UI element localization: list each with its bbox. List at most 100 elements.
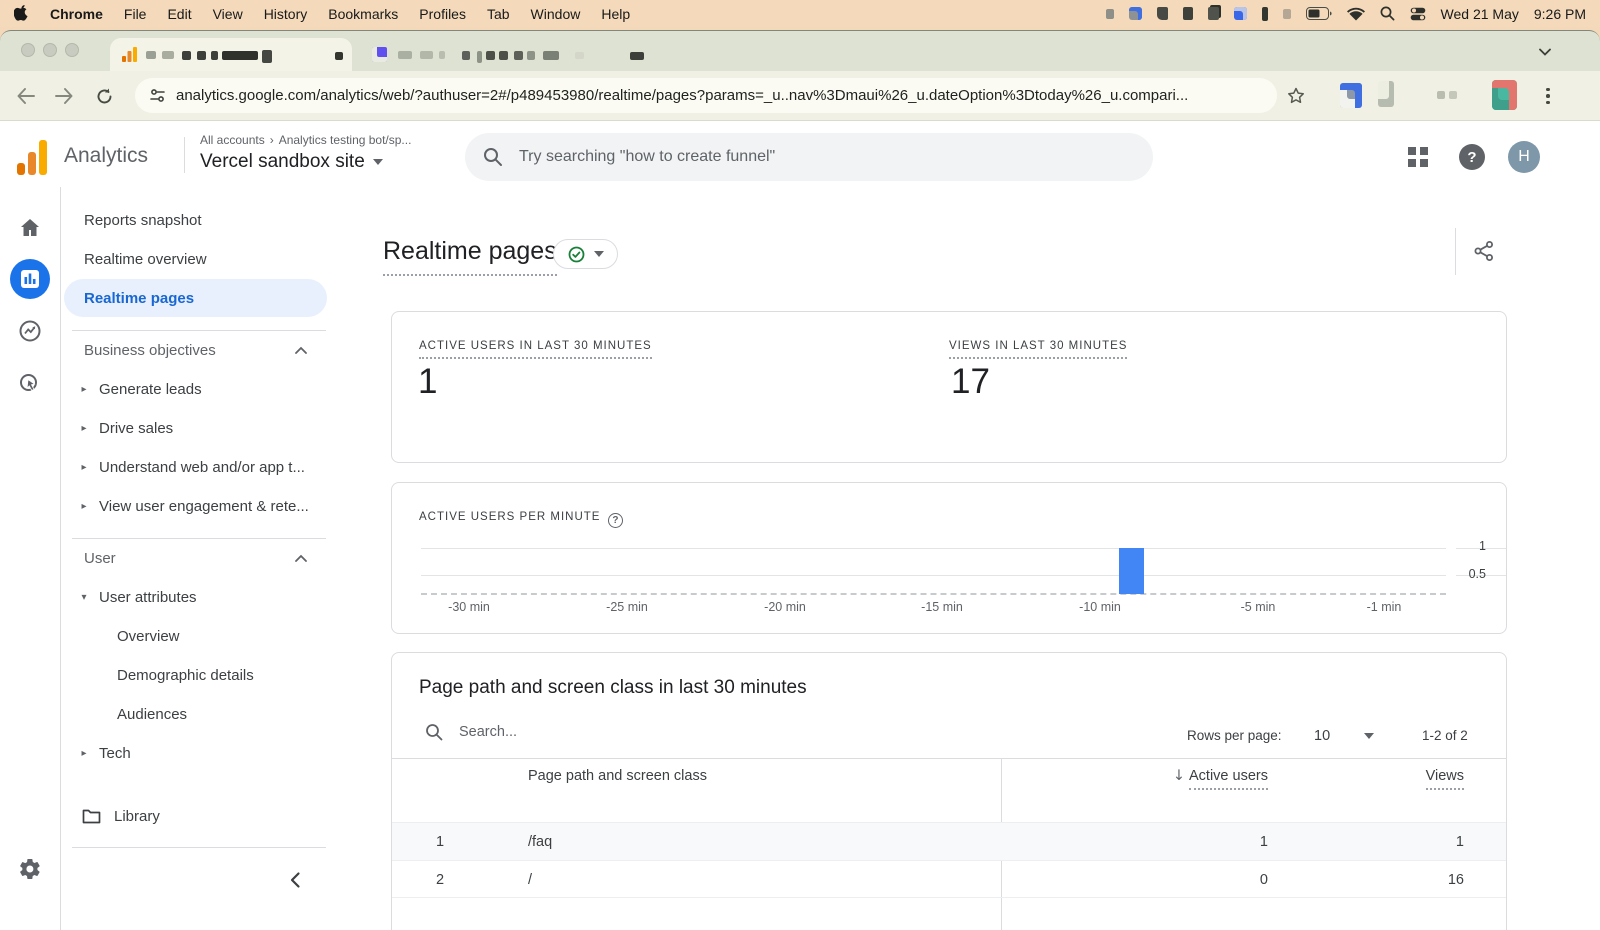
sidebar-section-user[interactable]: User bbox=[60, 539, 327, 577]
expand-right-icon[interactable]: ▸ bbox=[73, 423, 95, 434]
help-icon[interactable]: ? bbox=[1459, 144, 1485, 170]
status-app-icon[interactable] bbox=[1129, 7, 1142, 20]
control-center-icon[interactable] bbox=[1410, 7, 1426, 21]
menu-item-help[interactable]: Help bbox=[601, 6, 630, 22]
profile-avatar-icon[interactable] bbox=[1492, 80, 1517, 110]
status-app-icon[interactable] bbox=[1283, 9, 1291, 19]
header-divider bbox=[184, 137, 185, 173]
home-icon[interactable] bbox=[18, 216, 42, 240]
chevron-down-icon bbox=[594, 251, 604, 257]
menu-bar-date[interactable]: Wed 21 May bbox=[1441, 6, 1519, 22]
status-app-icon[interactable] bbox=[1106, 9, 1114, 19]
explore-icon[interactable] bbox=[18, 319, 42, 343]
menu-item-view[interactable]: View bbox=[213, 6, 243, 22]
menu-item-file[interactable]: File bbox=[124, 6, 147, 22]
menu-item-bookmarks[interactable]: Bookmarks bbox=[328, 6, 398, 22]
status-app-icon[interactable] bbox=[1183, 7, 1193, 20]
battery-icon[interactable] bbox=[1306, 7, 1332, 20]
sidebar-section-business-objectives[interactable]: Business objectives bbox=[60, 331, 327, 369]
sidebar-item-overview[interactable]: Overview bbox=[60, 617, 327, 655]
chevron-down-icon[interactable] bbox=[1364, 733, 1374, 739]
sidebar-item-realtime-pages-active[interactable]: Realtime pages bbox=[64, 279, 327, 317]
menu-item-window[interactable]: Window bbox=[531, 6, 581, 22]
url-text[interactable]: analytics.google.com/analytics/web/?auth… bbox=[176, 87, 1263, 104]
site-settings-icon[interactable] bbox=[149, 88, 166, 103]
menu-bar-left: Chrome File Edit View History Bookmarks … bbox=[14, 5, 630, 22]
expand-right-icon[interactable]: ▸ bbox=[73, 501, 95, 512]
sidebar-item-reports-snapshot[interactable]: Reports snapshot bbox=[60, 201, 327, 239]
sidebar-item-library[interactable]: Library bbox=[60, 797, 327, 835]
breadcrumb-all-accounts[interactable]: All accounts bbox=[200, 133, 265, 147]
status-app-icon[interactable] bbox=[1234, 7, 1247, 20]
rows-per-page-select[interactable]: 10 bbox=[1314, 728, 1330, 744]
advertising-icon[interactable] bbox=[18, 372, 42, 396]
sidebar-item-view-user-engagement[interactable]: ▸View user engagement & rete... bbox=[60, 487, 327, 525]
sidebar-item-audiences[interactable]: Audiences bbox=[60, 695, 327, 733]
expand-right-icon[interactable]: ▸ bbox=[73, 462, 95, 473]
menu-item-profiles[interactable]: Profiles bbox=[419, 6, 466, 22]
table-row[interactable]: 1 /faq 1 1 bbox=[392, 822, 1506, 860]
table-search[interactable] bbox=[425, 723, 657, 741]
diagnostics-grid-icon[interactable] bbox=[1408, 147, 1428, 167]
help-circle-icon[interactable]: ? bbox=[608, 513, 623, 528]
sidebar-item-realtime-overview[interactable]: Realtime overview bbox=[60, 240, 327, 278]
expand-right-icon[interactable]: ▸ bbox=[73, 748, 95, 759]
reload-button[interactable] bbox=[88, 80, 120, 112]
report-status-badge[interactable] bbox=[553, 239, 618, 269]
breadcrumb[interactable]: All accounts › Analytics testing bot/sp.… bbox=[200, 133, 411, 147]
ga-search-input[interactable] bbox=[517, 147, 1135, 167]
menu-bar-time[interactable]: 9:26 PM bbox=[1534, 6, 1586, 22]
status-app-icon[interactable] bbox=[1157, 7, 1168, 20]
expand-right-icon[interactable]: ▸ bbox=[73, 384, 95, 395]
menu-item-history[interactable]: History bbox=[264, 6, 308, 22]
wifi-icon[interactable] bbox=[1347, 7, 1365, 21]
column-header-page-path[interactable]: Page path and screen class bbox=[528, 768, 707, 784]
admin-gear-icon[interactable] bbox=[18, 857, 42, 881]
menu-item-tab[interactable]: Tab bbox=[487, 6, 510, 22]
tab-analytics[interactable] bbox=[110, 38, 352, 71]
sidebar-item-generate-leads[interactable]: ▸Generate leads bbox=[60, 370, 327, 408]
forward-button[interactable] bbox=[48, 80, 80, 112]
redacted-tab-text bbox=[486, 51, 495, 60]
ga-search-bar[interactable] bbox=[465, 133, 1153, 181]
window-minimize-button[interactable] bbox=[43, 43, 57, 57]
row-active-users: 1 bbox=[1068, 823, 1268, 861]
sidebar-item-understand-web[interactable]: ▸Understand web and/or app t... bbox=[60, 448, 327, 486]
collapse-sidebar-button[interactable] bbox=[288, 871, 302, 894]
table-row[interactable]: 2 / 0 16 bbox=[392, 860, 1506, 898]
extension-icon[interactable] bbox=[1449, 91, 1457, 99]
expand-down-icon[interactable]: ▾ bbox=[73, 592, 95, 603]
sidebar-item-demographic-details[interactable]: Demographic details bbox=[60, 656, 327, 694]
window-zoom-button[interactable] bbox=[65, 43, 79, 57]
share-icon[interactable] bbox=[1473, 240, 1495, 267]
back-button[interactable] bbox=[10, 80, 42, 112]
breadcrumb-property[interactable]: Analytics testing bot/sp... bbox=[279, 133, 412, 147]
sidebar-item-user-attributes[interactable]: ▾User attributes bbox=[60, 578, 327, 616]
extension-icon[interactable] bbox=[1437, 91, 1445, 99]
property-selector[interactable]: Vercel sandbox site bbox=[200, 151, 383, 173]
address-bar[interactable]: analytics.google.com/analytics/web/?auth… bbox=[135, 78, 1277, 113]
window-close-button[interactable] bbox=[21, 43, 35, 57]
status-app-icon[interactable] bbox=[1208, 7, 1219, 20]
x-tick-label: -1 min bbox=[1349, 600, 1419, 614]
table-search-input[interactable] bbox=[457, 723, 657, 741]
sidebar-item-drive-sales[interactable]: ▸Drive sales bbox=[60, 409, 327, 447]
sidebar-item-tech[interactable]: ▸Tech bbox=[60, 734, 327, 772]
reports-nav-icon-active[interactable] bbox=[10, 259, 50, 299]
bookmark-star-icon[interactable] bbox=[1280, 80, 1312, 112]
tab-second[interactable] bbox=[362, 38, 662, 71]
extension-icon[interactable] bbox=[1378, 81, 1394, 107]
column-header-views[interactable]: Views bbox=[1324, 768, 1464, 784]
menu-item-edit[interactable]: Edit bbox=[167, 6, 191, 22]
account-avatar[interactable]: H bbox=[1508, 141, 1540, 173]
menu-item-chrome[interactable]: Chrome bbox=[50, 6, 103, 22]
analytics-logo[interactable] bbox=[17, 140, 47, 180]
chrome-menu-button[interactable] bbox=[1532, 80, 1564, 112]
tab-search-caret-button[interactable] bbox=[1532, 41, 1558, 63]
analytics-product-name[interactable]: Analytics bbox=[64, 144, 148, 168]
spotlight-search-icon[interactable] bbox=[1380, 6, 1395, 21]
extension-icon[interactable] bbox=[1340, 83, 1362, 108]
status-app-icon[interactable] bbox=[1262, 7, 1268, 21]
apple-menu-icon[interactable] bbox=[14, 5, 29, 22]
column-header-active-users[interactable]: ↓Active users bbox=[1068, 768, 1268, 784]
